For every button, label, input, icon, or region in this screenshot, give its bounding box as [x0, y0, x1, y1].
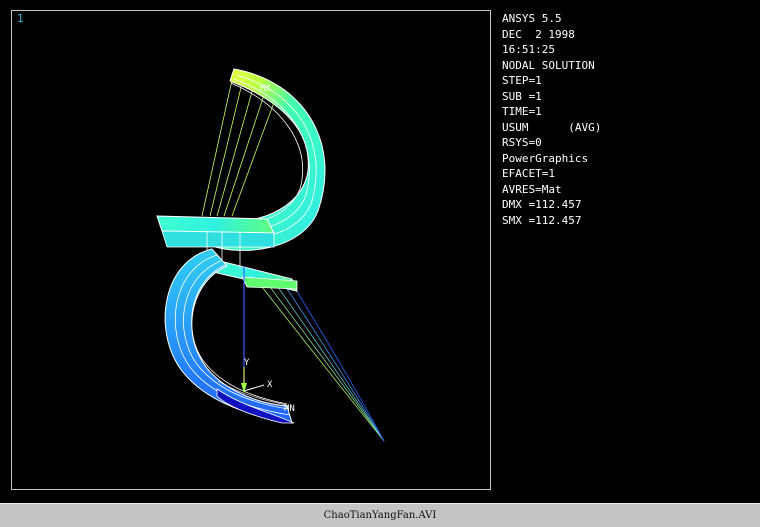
legend-line: STEP=1	[502, 74, 542, 87]
triad-x-label: X	[267, 380, 273, 390]
legend-line: PowerGraphics	[502, 151, 589, 165]
legend-line: DEC 2 1998	[502, 27, 575, 41]
legend-line: EFACET=1	[502, 167, 555, 180]
deformed-shape-plot: Y X MX MN	[156, 68, 385, 442]
graphics-viewport[interactable]: 1 Y X MX MN	[11, 10, 491, 490]
status-bar: ChaoTianYangFan.AVI	[0, 503, 760, 527]
legend-line: USUM (AVG)	[502, 120, 602, 134]
min-marker-label: MN	[284, 404, 295, 414]
legend-line: SUB =1	[502, 89, 542, 103]
coordinate-triad: Y X	[241, 358, 273, 393]
legend-line: SMX =112.457	[502, 213, 582, 227]
legend-line: 16:51:25	[502, 43, 555, 56]
legend-line: TIME=1	[502, 105, 542, 118]
legend-line: AVRES=Mat	[502, 182, 562, 196]
max-marker-label: MX	[260, 84, 271, 94]
triad-y-label: Y	[244, 358, 250, 368]
legend-line: RSYS=0	[502, 136, 542, 149]
legend-line: ANSYS 5.5	[502, 12, 562, 25]
plot-legend: ANSYS 5.5 DEC 2 1998 16:51:25 NODAL SOLU…	[502, 11, 601, 228]
legend-line: NODAL SOLUTION	[502, 58, 595, 72]
legend-line: DMX =112.457	[502, 198, 582, 211]
video-filename: ChaoTianYangFan.AVI	[323, 510, 437, 521]
